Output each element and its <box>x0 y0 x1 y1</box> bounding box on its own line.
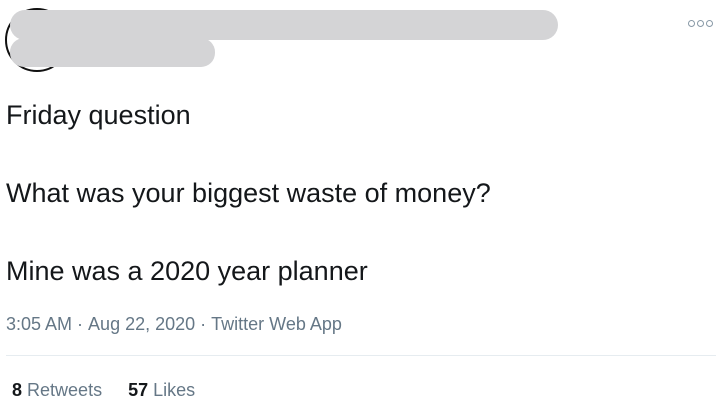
separator: · <box>77 314 84 334</box>
likes-label: Likes <box>153 380 196 400</box>
tweet-text-line-2: What was your biggest waste of money? <box>6 178 491 208</box>
tweet-stats: 8 Retweets 57 Likes <box>12 378 195 402</box>
tweet-metadata: 3:05 AM · Aug 22, 2020 · Twitter Web App <box>6 312 342 336</box>
tweet-source[interactable]: Twitter Web App <box>211 314 342 334</box>
retweets-count: 8 <box>12 380 23 400</box>
tweet-text-line-1: Friday question <box>6 100 191 130</box>
more-options-icon[interactable] <box>688 18 714 28</box>
redacted-author-name <box>10 10 558 40</box>
likes-stat[interactable]: 57 Likes <box>128 378 195 402</box>
tweet-date[interactable]: Aug 22, 2020 <box>88 314 195 334</box>
retweets-stat[interactable]: 8 Retweets <box>12 378 102 402</box>
likes-count: 57 <box>128 380 149 400</box>
tweet-time[interactable]: 3:05 AM <box>6 314 72 334</box>
redacted-author-handle <box>10 38 215 67</box>
divider <box>6 355 716 356</box>
more-dot <box>697 19 704 27</box>
more-dot <box>688 19 695 27</box>
separator: · <box>200 314 207 334</box>
tweet-text-line-3: Mine was a 2020 year planner <box>6 256 368 286</box>
retweets-label: Retweets <box>27 380 103 400</box>
more-dot <box>706 19 713 27</box>
